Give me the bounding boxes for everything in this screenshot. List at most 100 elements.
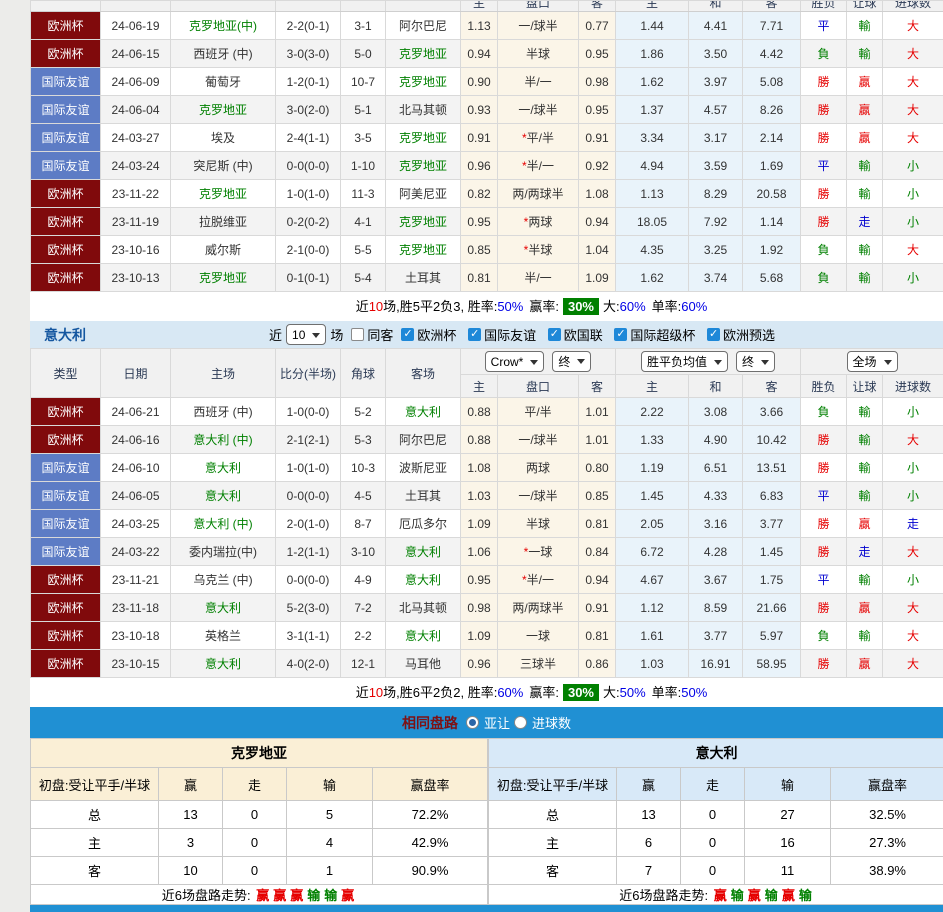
euro-draw-odds: 8.29 [689,180,743,208]
handicap-away-odds: 0.95 [579,96,616,124]
league-filter-checkbox[interactable]: 欧国联 [542,325,603,344]
col-score: 比分(半场) [276,349,341,398]
scope-select[interactable]: 全场 [847,351,898,372]
result-cell: 勝 [801,538,847,566]
handicap-home-odds: 0.93 [461,96,498,124]
goals-cell: 小 [883,152,943,180]
euro-home-odds: 1.33 [616,426,689,454]
handicap-away-odds: 0.98 [579,68,616,96]
result-cell: 勝 [801,510,847,538]
match-row: 欧洲杯 23-10-16 威尔斯 2-1(0-0) 5-5 克罗地亚 0.85 … [31,236,943,264]
handicap-away-odds: 0.94 [579,208,616,236]
same-away-checkbox[interactable]: 同客 [345,325,393,344]
handicap-result-cell: 輸 [847,622,883,650]
away-team-cell: 克罗地亚 [386,152,461,180]
handicap-line-cell: 一/球半 [498,426,579,454]
handicap-result-cell: 輸 [847,12,883,40]
handicap-home-odds: 0.91 [461,124,498,152]
score-cell: 2-2(0-1) [276,12,341,40]
italy-trend-row: 近6场盘路走势: 赢输赢输赢输 [489,885,943,905]
handicap-line-text: 一/球半 [518,103,557,117]
handicap-home-odds: 1.09 [461,510,498,538]
radio-option-handicap[interactable]: 亚让 [462,713,510,732]
recent-count-select[interactable]: 10 [286,324,326,345]
handicap-line-text: 一球 [528,545,552,559]
checkbox-icon[interactable] [351,328,364,341]
euro-odds-select[interactable]: 胜平负均值 [641,351,728,372]
italy-section-bar: 意大利 近 10 场 同客 欧洲杯 国际友谊 欧国联 国际超级杯 欧洲预选 [30,321,943,348]
euro-away-odds: 13.51 [743,454,801,482]
euro-home-odds: 4.35 [616,236,689,264]
euro-home-odds: 18.05 [616,208,689,236]
col-win-rate: 赢盘率 [831,768,943,801]
handicap-home-odds: 0.81 [461,264,498,292]
handicap-away-odds: 1.01 [579,426,616,454]
italy-section-title[interactable]: 意大利 [30,325,86,345]
corners-cell: 4-9 [341,566,386,594]
radio-option-goals[interactable]: 进球数 [514,713,571,732]
match-row: 欧洲杯 23-10-18 英格兰 3-1(1-1) 2-2 意大利 1.09 一… [31,622,943,650]
date-cell: 24-03-25 [101,510,171,538]
push-count: 0 [681,829,745,857]
checkbox-icon[interactable] [548,328,561,341]
euro-home-odds: 1.86 [616,40,689,68]
chevron-down-icon [577,359,585,368]
euro-away-odds: 1.92 [743,236,801,264]
goals-cell: 大 [883,12,943,40]
handicap-home-odds: 0.90 [461,68,498,96]
checkbox-icon[interactable] [468,328,481,341]
handicap-result-cell: 走 [847,208,883,236]
league-filter-checkbox[interactable]: 国际友谊 [462,325,536,344]
radio-icon[interactable] [466,716,479,729]
col-type: 类型 [31,349,101,398]
league-cell: 国际友谊 [31,124,101,152]
match-row: 欧洲杯 23-11-21 乌克兰 (中) 0-0(0-0) 4-9 意大利 0.… [31,566,943,594]
handicap-line-text: 两/两球半 [512,187,563,201]
euro-time-select[interactable]: 终 [736,351,775,372]
col-hcp-away: 客 [579,1,616,12]
col-corners [341,1,386,12]
col-hcp-home: 主 [461,375,498,398]
match-row: 欧洲杯 24-06-15 西班牙 (中) 3-0(3-0) 5-0 克罗地亚 0… [31,40,943,68]
col-result: 胜负 [801,1,847,12]
handicap-line-text: 平/半 [527,131,554,145]
match-row: 国际友谊 24-06-05 意大利 0-0(0-0) 4-5 土耳其 1.03 … [31,482,943,510]
checkbox-icon[interactable] [401,328,414,341]
home-team-cell: 克罗地亚(中) [171,12,276,40]
league-filter-checkbox[interactable]: 欧洲预选 [701,325,775,344]
handicap-result-cell: 贏 [847,594,883,622]
euro-away-odds: 3.66 [743,398,801,426]
home-team-cell: 意大利 (中) [171,510,276,538]
score-cell: 4-0(2-0) [276,650,341,678]
corners-cell: 1-10 [341,152,386,180]
score-cell: 0-0(0-0) [276,482,341,510]
goals-cell: 小 [883,482,943,510]
col-result: 胜负 [801,375,847,398]
handicap-away-odds: 0.81 [579,510,616,538]
corners-cell: 10-3 [341,454,386,482]
euro-draw-odds: 3.74 [689,264,743,292]
match-row: 国际友谊 24-03-22 委内瑞拉(中) 1-2(1-1) 3-10 意大利 … [31,538,943,566]
league-filter-checkbox[interactable]: 国际超级杯 [608,325,695,344]
checkbox-icon[interactable] [614,328,627,341]
col-euro-draw: 和 [689,375,743,398]
checkbox-icon[interactable] [707,328,720,341]
league-filter-checkbox[interactable]: 欧洲杯 [395,325,456,344]
handicap-line-text: 半/一 [524,75,551,89]
scope-controls: 全场 [801,349,943,375]
goals-cell: 小 [883,398,943,426]
goals-cell: 小 [883,180,943,208]
bookmaker-select[interactable]: Crow* [485,351,545,372]
result-cell: 勝 [801,208,847,236]
near-label: 近 [269,325,282,344]
league-cell: 国际友谊 [31,454,101,482]
corners-cell: 3-1 [341,12,386,40]
handicap-stat-row: 客 10 0 1 90.9% [31,857,488,885]
result-cell: 平 [801,482,847,510]
home-team-cell: 葡萄牙 [171,68,276,96]
handicap-time-select[interactable]: 终 [552,351,591,372]
match-row: 国际友谊 24-06-10 意大利 1-0(1-0) 10-3 波斯尼亚 1.0… [31,454,943,482]
radio-icon[interactable] [514,716,527,729]
match-row: 国际友谊 24-03-24 突尼斯 (中) 0-0(0-0) 1-10 克罗地亚… [31,152,943,180]
league-cell: 欧洲杯 [31,180,101,208]
